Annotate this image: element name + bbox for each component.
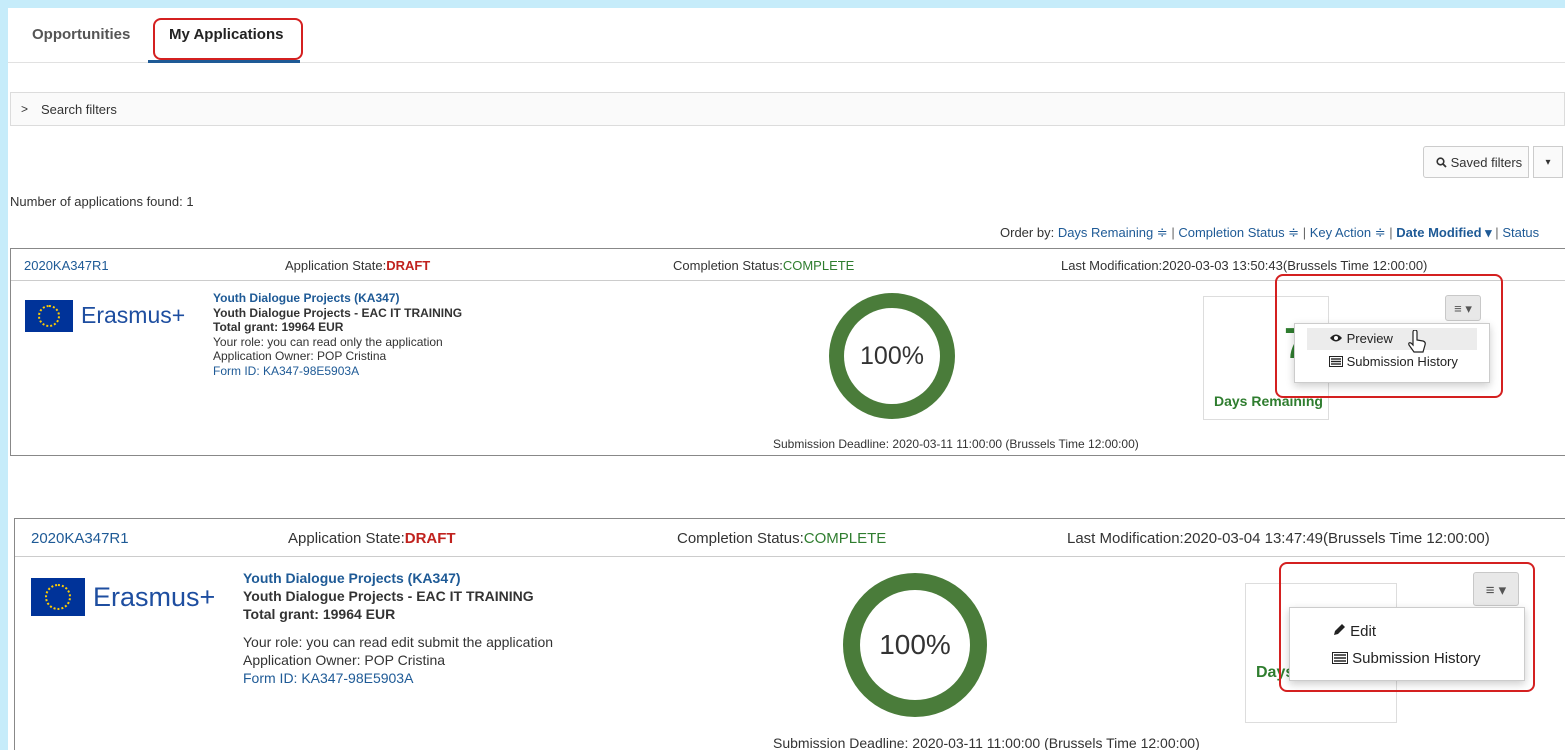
- completion-donut: 100%: [843, 573, 987, 717]
- erasmus-logo: Erasmus+: [21, 293, 201, 341]
- completion-percent: 100%: [860, 590, 970, 700]
- last-modification: Last Modification:2020-03-03 13:50:43(Br…: [1061, 258, 1428, 273]
- eu-flag-icon: [31, 578, 85, 616]
- sort-key-action[interactable]: Key Action ≑: [1310, 225, 1386, 240]
- application-info: Youth Dialogue Projects (KA347) Youth Di…: [243, 569, 553, 687]
- saved-filters-dropdown-toggle[interactable]: ▾: [1533, 146, 1563, 178]
- erasmus-logo-text: Erasmus+: [93, 582, 216, 612]
- tab-bar: Opportunities My Applications: [8, 8, 1565, 63]
- highlight-box-menu: [1279, 562, 1535, 692]
- completion-status: Completion Status:COMPLETE: [673, 258, 855, 273]
- project-link[interactable]: Youth Dialogue Projects (KA347): [243, 569, 553, 587]
- highlight-box-tab: [153, 18, 303, 60]
- state-value: DRAFT: [404, 530, 456, 547]
- submission-deadline: Submission Deadline: 2020-03-11 11:00:00…: [773, 735, 1200, 750]
- application-owner: Application Owner: POP Cristina: [213, 349, 387, 363]
- chevron-right-icon: >: [21, 102, 29, 116]
- application-card: 2020KA347R1 Application State:DRAFT Comp…: [14, 518, 1565, 750]
- user-role: Your role: you can read only the applica…: [213, 334, 443, 349]
- separator: |: [1495, 225, 1499, 240]
- results-count: Number of applications found: 1: [10, 194, 194, 209]
- sort-completion-status[interactable]: Completion Status ≑: [1178, 225, 1299, 240]
- order-by-bar: Order by: Days Remaining ≑ | Completion …: [1000, 225, 1539, 241]
- completion-percent: 100%: [844, 308, 940, 404]
- tab-opportunities[interactable]: Opportunities: [32, 26, 130, 43]
- separator: |: [1171, 225, 1175, 240]
- project-subtitle: Youth Dialogue Projects - EAC IT TRAININ…: [213, 305, 463, 320]
- saved-filters-button[interactable]: Saved filters: [1423, 146, 1529, 178]
- application-info: Youth Dialogue Projects (KA347) Youth Di…: [213, 291, 462, 378]
- submission-deadline: Submission Deadline: 2020-03-11 11:00:00…: [773, 437, 1139, 451]
- state-value: DRAFT: [386, 258, 431, 273]
- form-id: Form ID: KA347-98E5903A: [243, 670, 414, 686]
- search-filters-panel[interactable]: > Search filters: [10, 92, 1565, 126]
- erasmus-logo: Erasmus+: [25, 570, 235, 626]
- completion-donut: 100%: [829, 293, 955, 419]
- search-filters-label: Search filters: [41, 102, 117, 117]
- active-tab-indicator: [148, 60, 300, 63]
- user-role: Your role: you can read edit submit the …: [243, 634, 554, 650]
- highlight-box-menu: [1275, 274, 1503, 398]
- card-header: 2020KA347R1 Application State:DRAFT Comp…: [15, 519, 1565, 557]
- total-grant: Total grant: 19964 EUR: [243, 606, 396, 622]
- completion-status: Completion Status:COMPLETE: [677, 530, 887, 547]
- form-id: Form ID: KA347-98E5903A: [213, 363, 360, 378]
- completion-value: COMPLETE: [782, 258, 855, 273]
- application-state: Application State:DRAFT: [288, 530, 456, 547]
- erasmus-logo-text: Erasmus+: [81, 302, 186, 328]
- sort-date-modified[interactable]: Date Modified ▾: [1396, 225, 1491, 240]
- order-by-label: Order by:: [1000, 225, 1055, 240]
- application-state: Application State:DRAFT: [285, 258, 431, 273]
- application-id-link[interactable]: 2020KA347R1: [31, 530, 129, 547]
- application-owner: Application Owner: POP Cristina: [243, 652, 446, 668]
- saved-filters-label: Saved filters: [1450, 155, 1523, 170]
- search-icon: [1436, 155, 1451, 170]
- separator: |: [1302, 225, 1307, 240]
- eu-flag-icon: [25, 300, 73, 332]
- application-card: 2020KA347R1 Application State:DRAFT Comp…: [10, 248, 1565, 456]
- sort-status[interactable]: Status: [1502, 225, 1539, 240]
- separator: |: [1389, 225, 1393, 240]
- total-grant: Total grant: 19964 EUR: [213, 320, 344, 334]
- last-modification: Last Modification:2020-03-04 13:47:49(Br…: [1067, 530, 1490, 547]
- project-link[interactable]: Youth Dialogue Projects (KA347): [213, 291, 462, 306]
- sort-days-remaining[interactable]: Days Remaining ≑: [1058, 225, 1168, 240]
- completion-value: COMPLETE: [803, 530, 887, 547]
- screenshot-content: Opportunities My Applications > Search f…: [8, 8, 1565, 750]
- application-id-link[interactable]: 2020KA347R1: [24, 258, 109, 273]
- chevron-down-icon: ▾: [1545, 157, 1551, 168]
- project-subtitle: Youth Dialogue Projects - EAC IT TRAININ…: [243, 588, 534, 604]
